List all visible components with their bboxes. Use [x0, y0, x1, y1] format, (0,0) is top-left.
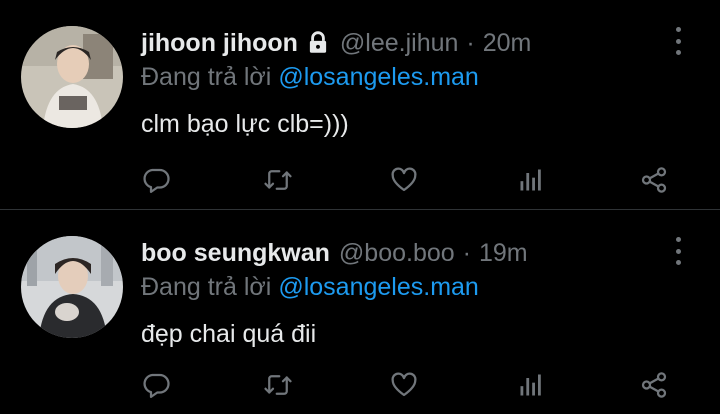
avatar[interactable]	[21, 26, 123, 128]
like-icon[interactable]	[382, 365, 426, 405]
lock-icon	[305, 30, 331, 56]
action-bar	[0, 160, 720, 200]
avatar[interactable]	[21, 236, 123, 338]
separator-dot: ·	[466, 29, 475, 57]
retweet-icon[interactable]	[256, 365, 300, 405]
user-handle[interactable]: @boo.boo	[339, 237, 455, 269]
retweet-icon[interactable]	[256, 160, 300, 200]
separator-dot: ·	[462, 239, 471, 267]
tweet[interactable]: boo seungkwan @boo.boo · 19m Đang trả lờ…	[0, 210, 720, 414]
replying-to: Đang trả lời @losangeles.man	[141, 271, 479, 303]
share-icon[interactable]	[632, 365, 676, 405]
mention-link[interactable]: @losangeles.man	[278, 63, 479, 91]
views-icon[interactable]	[509, 365, 553, 405]
display-name[interactable]: jihoon jihoon	[141, 27, 298, 59]
tweet[interactable]: jihoon jihoon @lee.jihun · 20m Đang trả …	[0, 0, 720, 209]
reply-icon[interactable]	[134, 160, 178, 200]
replying-to-label: Đang trả lời	[141, 63, 272, 91]
user-handle[interactable]: @lee.jihun	[340, 27, 459, 59]
more-icon[interactable]	[668, 27, 688, 55]
views-icon[interactable]	[509, 160, 553, 200]
tweet-header: boo seungkwan @boo.boo · 19m	[141, 237, 528, 269]
share-icon[interactable]	[632, 160, 676, 200]
timestamp[interactable]: 19m	[479, 237, 528, 269]
reply-icon[interactable]	[134, 365, 178, 405]
more-icon[interactable]	[668, 237, 688, 265]
tweet-text: clm bạo lực clb=)))	[141, 110, 349, 138]
replying-to-label: Đang trả lời	[141, 273, 272, 301]
action-bar	[0, 365, 720, 405]
timestamp[interactable]: 20m	[483, 27, 532, 59]
mention-link[interactable]: @losangeles.man	[278, 273, 479, 301]
display-name[interactable]: boo seungkwan	[141, 237, 330, 269]
replying-to: Đang trả lời @losangeles.man	[141, 61, 479, 93]
like-icon[interactable]	[382, 160, 426, 200]
tweet-header: jihoon jihoon @lee.jihun · 20m	[141, 27, 531, 59]
tweet-text: đẹp chai quá đii	[141, 320, 317, 348]
